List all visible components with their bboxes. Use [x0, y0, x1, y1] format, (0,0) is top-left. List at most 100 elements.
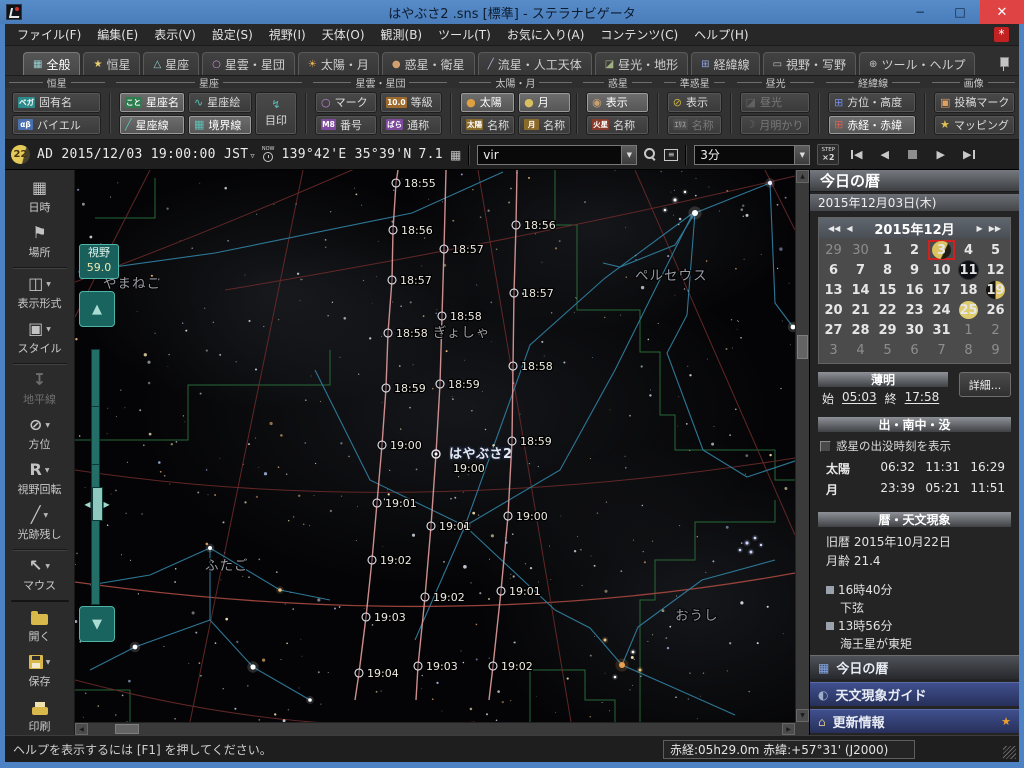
calendar-day-25[interactable]: 25	[955, 300, 982, 320]
panel-nav-更新情報[interactable]: ⌂更新情報★	[810, 709, 1019, 733]
calendar-day-6[interactable]: 6	[901, 340, 928, 360]
panel-nav-今日の暦[interactable]: ▦今日の暦	[810, 655, 1019, 679]
sidebar-item-方位[interactable]: ⊘▼方位	[5, 412, 74, 457]
object-search-combobox[interactable]: vir ▼	[477, 145, 637, 165]
calendar-next-month-button[interactable]: ▶	[974, 224, 986, 233]
sidebar-item-日時[interactable]: ▦日時	[5, 175, 74, 220]
calendar-day-7[interactable]: 7	[847, 260, 874, 280]
twilight-begin-link[interactable]: 05:03	[842, 390, 877, 407]
dropdown-arrow-icon[interactable]: ▼	[45, 563, 50, 570]
notification-badge-icon[interactable]: *	[994, 27, 1009, 42]
playback-stop-button[interactable]	[902, 145, 923, 165]
calendar-next-year-button[interactable]: ▶▶	[986, 224, 1004, 233]
toolbar-button-名称[interactable]: 火星名称	[586, 115, 649, 136]
tab-ツール・ヘルプ[interactable]: ⊕ツール・ヘルプ	[859, 52, 975, 75]
calendar-day-28[interactable]: 28	[847, 320, 874, 340]
calendar-day-3[interactable]: 3	[820, 340, 847, 360]
calendar-day-11[interactable]: 11	[955, 260, 982, 280]
calendar-day-1[interactable]: 1	[874, 240, 901, 260]
calendar-day-17[interactable]: 17	[928, 280, 955, 300]
toolbar-button-星座線[interactable]: ╱星座線	[119, 115, 185, 136]
calendar-day-16[interactable]: 16	[901, 280, 928, 300]
tab-太陽・月[interactable]: ☀太陽・月	[298, 52, 379, 75]
moon-phase-icon[interactable]: 22	[11, 145, 30, 164]
calendar-day-29[interactable]: 29	[820, 240, 847, 260]
calendar-day-14[interactable]: 14	[847, 280, 874, 300]
menu-item-天体(O)[interactable]: 天体(O)	[314, 24, 373, 45]
tab-流星・人工天体[interactable]: ╱流星・人工天体	[478, 52, 592, 75]
dropdown-arrow-icon[interactable]: ▼	[45, 467, 50, 474]
now-button[interactable]: NOW	[262, 147, 275, 162]
pin-icon[interactable]	[999, 56, 1009, 71]
fov-zoom-in-button[interactable]: ▲	[79, 291, 115, 327]
toolbar-button-境界線[interactable]: ▦境界線	[188, 115, 252, 136]
close-button[interactable]: ✕	[980, 0, 1024, 24]
toolbar-button-名称[interactable]: 月名称	[518, 115, 571, 136]
dropdown-arrow-icon[interactable]: ▼	[46, 659, 51, 666]
sidebar-item-開く[interactable]: 開く	[5, 604, 74, 649]
calendar-prev-month-button[interactable]: ◀	[843, 224, 855, 233]
location-display[interactable]: 139°42'E 35°39'N	[282, 147, 412, 162]
toolbar-button-投稿マーク[interactable]: ▣投稿マーク	[934, 92, 1015, 113]
toolbar-button-表示[interactable]: ⊘表示	[667, 92, 722, 113]
calendar-day-4[interactable]: 4	[955, 240, 982, 260]
calendar-day-4[interactable]: 4	[847, 340, 874, 360]
scroll-left-icon[interactable]: ◀	[75, 723, 88, 735]
search-list-icon[interactable]: ≡	[664, 149, 678, 161]
calendar-day-18[interactable]: 18	[955, 280, 982, 300]
toolbar-button-バイエル[interactable]: αβバイエル	[12, 115, 101, 136]
search-icon[interactable]	[644, 148, 657, 161]
calendar-day-9[interactable]: 9	[901, 260, 928, 280]
sidebar-item-スタイル[interactable]: ▣▼スタイル	[5, 316, 74, 361]
toolbar-button-等級[interactable]: 10.0等級	[380, 92, 442, 113]
playback-play-button[interactable]: ▶	[930, 145, 951, 165]
dropdown-arrow-icon[interactable]: ▼	[46, 281, 51, 288]
detail-button[interactable]: 詳細...	[959, 372, 1011, 397]
calendar-day-27[interactable]: 27	[820, 320, 847, 340]
menu-item-観測(B)[interactable]: 観測(B)	[373, 24, 431, 45]
toolbar-button-名称[interactable]: 太陽名称	[460, 115, 515, 136]
panel-nav-天文現象ガイド[interactable]: ◐天文現象ガイド	[810, 682, 1019, 706]
menu-item-表示(V)[interactable]: 表示(V)	[146, 24, 204, 45]
calendar-prev-year-button[interactable]: ◀◀	[825, 224, 843, 233]
hscroll-thumb[interactable]	[115, 724, 139, 734]
sidebar-item-光跡残し[interactable]: ╱▼光跡残し	[5, 502, 74, 547]
toolbar-button-名称[interactable]: ｴﾘｽ名称	[667, 115, 722, 136]
dropdown-arrow-icon[interactable]: ▼	[44, 512, 49, 519]
sky-chart[interactable]: 視野 59.0 ▲ ◀▶ ▼ 18:5518:5618:5718:5818:59…	[75, 170, 795, 722]
calendar-day-5[interactable]: 5	[874, 340, 901, 360]
scroll-down-icon[interactable]: ▼	[796, 709, 809, 722]
calendar-day-31[interactable]: 31	[928, 320, 955, 340]
toolbar-button-固有名[interactable]: ベガ固有名	[12, 92, 101, 113]
calendar-day-26[interactable]: 26	[982, 300, 1009, 320]
object-search-dropdown-icon[interactable]: ▼	[621, 146, 636, 164]
maximize-button[interactable]: □	[940, 0, 980, 24]
toolbar-button-方位・高度[interactable]: ⊞方位・高度	[828, 92, 916, 113]
menu-item-視野(I)[interactable]: 視野(I)	[261, 24, 314, 45]
toolbar-button-マッピング[interactable]: ★マッピング	[934, 115, 1015, 136]
calendar-day-30[interactable]: 30	[847, 240, 874, 260]
toolbar-button-昼光[interactable]: ◪昼光	[740, 92, 810, 113]
timezone-dropdown-icon[interactable]: ▽	[250, 152, 255, 160]
playback-last-button[interactable]: ▶	[958, 145, 979, 165]
menu-item-編集(E)[interactable]: 編集(E)	[89, 24, 146, 45]
time-step-dropdown-icon[interactable]: ▼	[794, 146, 809, 164]
step-x2-button[interactable]: STEP×2	[817, 144, 839, 165]
menu-item-ヘルプ(H)[interactable]: ヘルプ(H)	[686, 24, 756, 45]
calendar-day-9[interactable]: 9	[982, 340, 1009, 360]
calendar-day-29[interactable]: 29	[874, 320, 901, 340]
calendar-day-24[interactable]: 24	[928, 300, 955, 320]
fov-zoom-out-button[interactable]: ▼	[79, 606, 115, 642]
calendar-day-8[interactable]: 8	[955, 340, 982, 360]
sidebar-item-場所[interactable]: ⚑場所	[5, 220, 74, 265]
calendar-day-6[interactable]: 6	[820, 260, 847, 280]
tab-恒星[interactable]: ★恒星	[83, 52, 140, 75]
chart-vertical-scrollbar[interactable]: ▲ ▼	[795, 170, 809, 722]
toolbar-button-番号[interactable]: M8番号	[315, 115, 377, 136]
menu-item-お気に入り(A)[interactable]: お気に入り(A)	[499, 24, 593, 45]
resize-grip[interactable]	[1003, 746, 1016, 759]
keypad-icon[interactable]: ▦	[450, 148, 461, 162]
calendar-day-1[interactable]: 1	[955, 320, 982, 340]
tab-昼光・地形[interactable]: ◪昼光・地形	[595, 52, 688, 75]
scroll-right-icon[interactable]: ▶	[782, 723, 795, 735]
